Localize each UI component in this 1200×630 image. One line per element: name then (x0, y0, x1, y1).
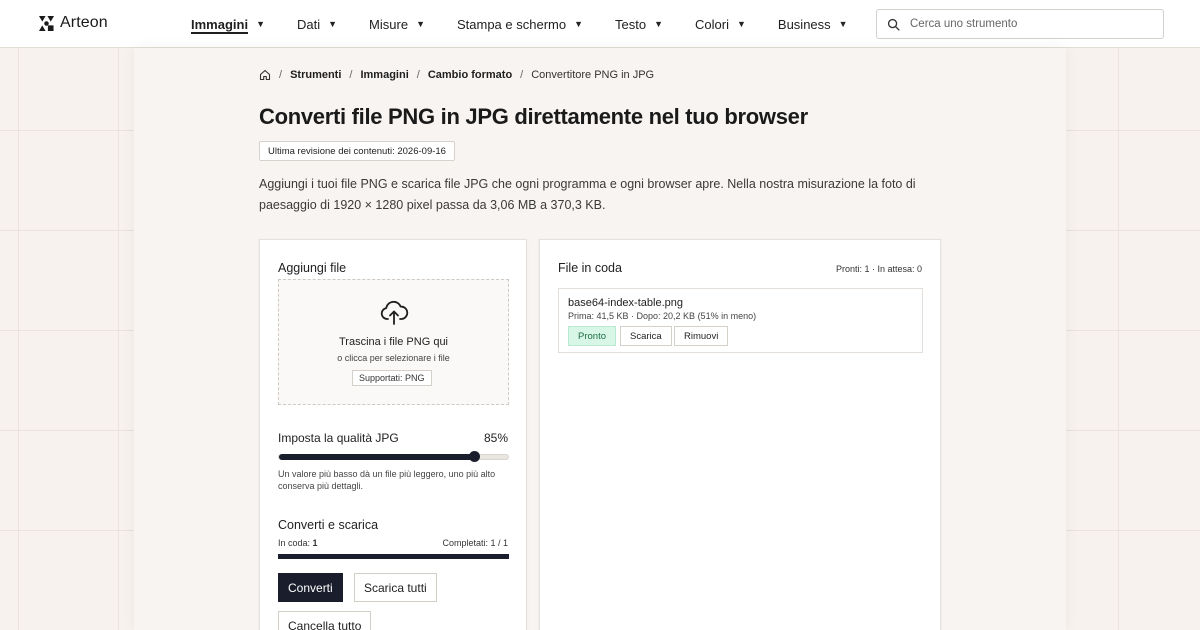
queue-panel: File in coda Pronti: 1 · In attesa: 0 ba… (539, 239, 941, 630)
quality-slider[interactable] (278, 451, 509, 462)
file-name: base64-index-table.png (568, 297, 683, 309)
chevron-down-icon: ▼ (256, 19, 265, 29)
chevron-down-icon: ▼ (838, 19, 848, 29)
quality-slider-fill (279, 454, 474, 460)
home-icon[interactable] (259, 69, 271, 81)
clear-all-button[interactable]: Cancella tutto (278, 611, 372, 630)
status-badge: Pronto (568, 326, 616, 346)
drop-zone[interactable]: Trascina i file PNG qui o clicca per sel… (278, 279, 509, 405)
breadcrumb-link-strumenti[interactable]: Strumenti (290, 69, 341, 81)
chevron-down-icon: ▼ (736, 19, 746, 29)
remove-file-button[interactable]: Rimuovi (674, 326, 729, 346)
main-nav: Immagini ▼ Dati ▼ Misure ▼ Stampa e sche… (191, 0, 880, 48)
search-box[interactable] (876, 9, 1164, 39)
queue-status: Pronti: 1 · In attesa: 0 (835, 264, 922, 274)
download-all-button[interactable]: Scarica tutti (354, 573, 437, 602)
file-size-meta: Prima: 41,5 KB · Dopo: 20,2 KB (51% in m… (568, 311, 757, 321)
revision-badge: Ultima revisione dei contenuti: 2026-09-… (259, 141, 455, 161)
convert-button[interactable]: Converti (278, 573, 343, 602)
breadcrumb-current: Convertitore PNG in JPG (531, 69, 655, 81)
queue-count-value: 1 (312, 538, 318, 548)
completed-count: Completati: 1 / 1 (442, 538, 508, 548)
breadcrumb-separator: / (349, 69, 353, 81)
convert-heading: Converti e scarica (278, 518, 379, 532)
breadcrumb-link-immagini[interactable]: Immagini (360, 69, 408, 81)
search-input[interactable] (910, 18, 1150, 30)
conversion-progress-fill (278, 554, 509, 559)
nav-item-misure[interactable]: Misure ▼ (369, 0, 425, 48)
nav-item-label: Business (777, 16, 831, 32)
quality-help-text: Un valore più basso dà un file più legge… (278, 469, 496, 491)
nav-item-testo[interactable]: Testo ▼ (615, 0, 663, 48)
breadcrumb-separator: / (520, 69, 524, 81)
supported-formats-badge: Supportati: PNG (352, 370, 432, 386)
nav-item-label: Immagini (191, 16, 249, 32)
quality-label: Imposta la qualità JPG (278, 431, 399, 445)
drop-zone-title: Trascina i file PNG qui (338, 336, 449, 348)
page-title: Converti file PNG in JPG direttamente ne… (259, 104, 808, 129)
nav-item-label: Colori (695, 16, 729, 32)
queue-count: In coda: 1 (278, 538, 318, 548)
chevron-down-icon: ▼ (574, 19, 584, 29)
arteon-logo-icon (39, 15, 54, 31)
queue-count-label: In coda: (278, 538, 311, 548)
brand-logo[interactable]: Arteon (39, 14, 108, 32)
nav-item-dati[interactable]: Dati ▼ (297, 0, 337, 48)
chevron-down-icon: ▼ (328, 19, 338, 29)
nav-item-immagini[interactable]: Immagini ▼ (191, 0, 265, 48)
nav-item-label: Dati (297, 16, 321, 32)
brand-name: Arteon (60, 14, 108, 31)
drop-zone-subtitle: o clicca per selezionare i file (337, 353, 450, 363)
quality-value: 85% (483, 431, 508, 445)
intro-text: Aggiungi i tuoi file PNG e scarica file … (259, 177, 916, 212)
cloud-upload-icon (380, 300, 409, 325)
upload-panel: Aggiungi file Trascina i file PNG qui o … (259, 239, 527, 630)
nav-item-label: Testo (615, 16, 647, 32)
breadcrumb-separator: / (279, 69, 283, 81)
download-file-button[interactable]: Scarica (620, 326, 672, 346)
chevron-down-icon: ▼ (416, 19, 425, 29)
nav-item-colori[interactable]: Colori ▼ (695, 0, 746, 48)
breadcrumb-separator: / (416, 69, 420, 81)
chevron-down-icon: ▼ (654, 19, 664, 29)
breadcrumb: / Strumenti / Immagini / Cambio formato … (259, 69, 654, 81)
breadcrumb-link-cambio-formato[interactable]: Cambio formato (428, 69, 512, 81)
top-header: Arteon Immagini ▼ Dati ▼ Misure ▼ Stampa… (0, 0, 1200, 48)
queue-heading: File in coda (558, 261, 622, 275)
nav-item-label: Stampa e schermo (456, 16, 567, 32)
upload-heading: Aggiungi file (278, 261, 347, 275)
main-content: / Strumenti / Immagini / Cambio formato … (134, 48, 1066, 630)
file-item: base64-index-table.png Prima: 41,5 KB · … (558, 288, 923, 353)
nav-item-stampa-e-schermo[interactable]: Stampa e schermo ▼ (457, 0, 583, 48)
conversion-progress-bar (278, 554, 509, 559)
quality-slider-thumb[interactable] (468, 451, 480, 462)
nav-item-business[interactable]: Business ▼ (778, 0, 848, 48)
search-icon (887, 18, 900, 31)
nav-item-label: Misure (369, 16, 409, 32)
